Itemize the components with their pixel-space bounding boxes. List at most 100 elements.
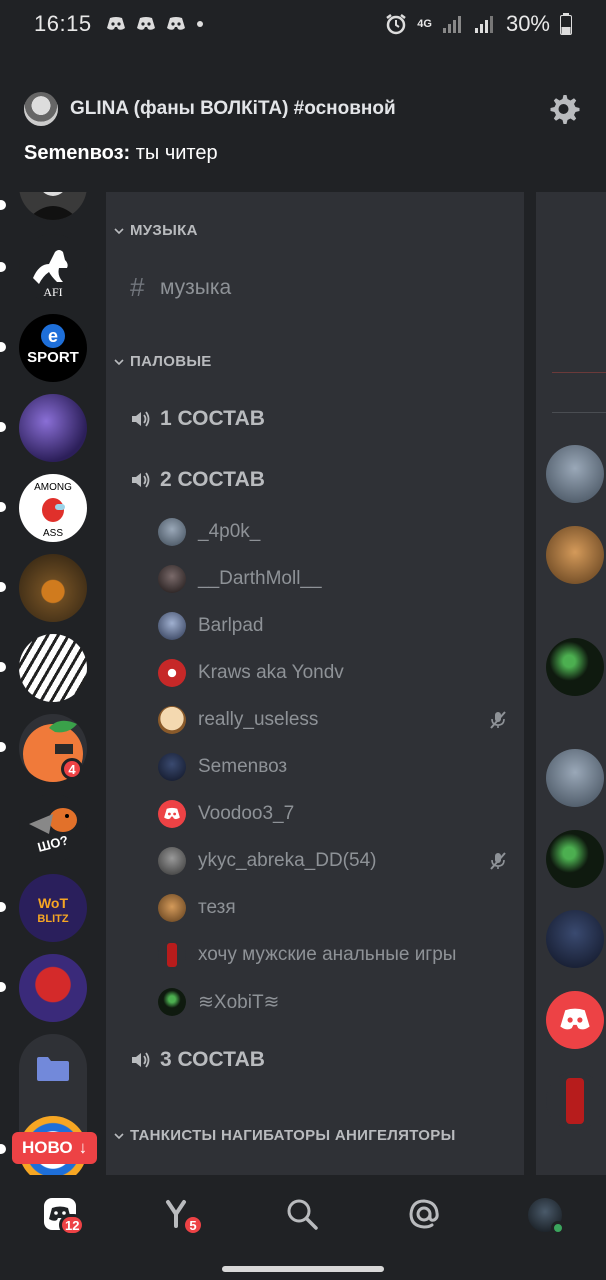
user-name: Barlpad <box>198 615 264 636</box>
gesture-home-bar[interactable] <box>222 1266 384 1272</box>
voice-channel-2[interactable]: 2 СОСТАВ <box>130 468 265 492</box>
signal-icon <box>442 16 461 33</box>
guild-wot-blitz[interactable]: WoT BLITZ <box>19 874 87 942</box>
profile-tab[interactable] <box>528 1198 568 1238</box>
member-avatar[interactable] <box>546 991 604 1049</box>
at-mention-icon <box>409 1199 439 1229</box>
status-bar: 16:15 4G 30% <box>0 0 606 48</box>
horse-logo-icon: AFI <box>33 250 68 299</box>
svg-text:e: e <box>48 326 58 346</box>
voice-user[interactable]: __DarthMoll__ <box>158 564 508 594</box>
divider <box>552 372 606 373</box>
server-channel-title[interactable]: GLINA (фаны ВОЛКiТА) #основной <box>70 98 396 120</box>
unread-indicator <box>0 262 6 272</box>
mentions-tab[interactable] <box>408 1198 448 1238</box>
svg-text:AFI: AFI <box>43 285 62 299</box>
gear-icon[interactable] <box>548 92 582 126</box>
battery-percent: 30% <box>505 11 550 36</box>
member-avatar[interactable] <box>546 445 604 503</box>
user-avatar <box>158 988 186 1016</box>
network-type: 4G <box>417 17 432 30</box>
guild-afi[interactable]: AFI <box>19 234 87 302</box>
svg-text:AMONG: AMONG <box>34 482 72 493</box>
server-avatar[interactable] <box>24 92 58 126</box>
speaker-icon <box>132 411 150 427</box>
voice-user[interactable]: Kraws aka Yondv <box>158 658 508 688</box>
search-tab[interactable] <box>286 1198 326 1238</box>
user-name: ykyc_abreka_DD(54) <box>198 850 377 871</box>
user-name: ≋XobiT≋ <box>198 991 280 1013</box>
guild-knuckles[interactable] <box>19 954 87 1022</box>
home-badge: 12 <box>59 1214 86 1236</box>
user-avatar <box>528 1198 565 1235</box>
signal-icon <box>474 16 493 33</box>
unread-indicator <box>0 902 6 912</box>
user-name: тезя <box>198 897 236 918</box>
voice-user[interactable]: Barlpad <box>158 611 508 641</box>
last-message-preview[interactable]: Semenвоз: ты читер <box>24 142 218 165</box>
user-avatar <box>158 612 186 640</box>
text-channel-music[interactable]: # музыка <box>130 272 231 303</box>
voice-user[interactable]: тезя <box>158 893 508 923</box>
among-us-icon: AMONG ASS <box>34 482 72 539</box>
guild-among-ass[interactable]: AMONG ASS <box>19 474 87 542</box>
user-name: really_useless <box>198 709 319 730</box>
mention-badge: 4 <box>61 758 83 780</box>
user-avatar <box>158 518 186 546</box>
guild-bird[interactable]: ШО? <box>19 794 87 862</box>
category-label: МУЗЫКА <box>130 222 198 239</box>
discord-logo-icon <box>560 1008 590 1030</box>
svg-text:ASS: ASS <box>43 528 63 539</box>
voice-user[interactable]: _4p0k_ <box>158 517 508 547</box>
alarm-icon <box>386 14 407 35</box>
member-avatar[interactable] <box>546 749 604 807</box>
last-message-text: ты читер <box>130 142 218 164</box>
member-avatar[interactable] <box>546 638 604 696</box>
voice-user[interactable]: ykyc_abreka_DD(54) <box>158 846 508 876</box>
unread-indicator <box>0 982 6 992</box>
user-name: Kraws aka Yondv <box>198 662 344 683</box>
guild-pumpkins[interactable] <box>19 554 87 622</box>
voice-channel-3[interactable]: 3 СОСТАВ <box>130 1048 265 1072</box>
user-avatar <box>158 565 186 593</box>
user-avatar <box>158 800 186 828</box>
mic-muted-icon <box>490 852 506 870</box>
voice-user[interactable]: Semenвоз <box>158 752 508 782</box>
channel-label: 2 СОСТАВ <box>160 468 265 491</box>
member-avatar[interactable] <box>546 1072 604 1130</box>
discord-notification-icon <box>106 17 125 30</box>
member-avatar[interactable] <box>546 830 604 888</box>
mic-muted-icon <box>490 711 506 729</box>
discord-notification-icon <box>136 17 155 30</box>
friends-badge: 5 <box>182 1214 204 1236</box>
category-music[interactable]: МУЗЫКА <box>114 222 198 239</box>
search-icon <box>287 1199 318 1230</box>
unread-indicator <box>0 342 6 352</box>
voice-user[interactable]: хочу мужские анальные игры <box>158 940 508 970</box>
category-tankists[interactable]: ТАНКИСТЫ НАГИБАТОРЫ АНИГЕЛЯТОРЫ <box>114 1127 456 1144</box>
unread-indicator <box>0 502 6 512</box>
speaker-icon <box>132 472 150 488</box>
channel-label: 3 СОСТАВ <box>160 1048 265 1071</box>
voice-user[interactable]: ≋XobiT≋ <box>158 987 508 1017</box>
members-peek[interactable] <box>536 192 606 1175</box>
member-avatar[interactable] <box>546 526 604 584</box>
new-unreads-pill[interactable]: НОВО ↓ <box>12 1132 98 1164</box>
more-notifications-dot-icon <box>196 21 203 27</box>
svg-text:ШО?: ШО? <box>36 832 70 855</box>
chevron-down-icon <box>114 1132 124 1139</box>
guild-galaxy[interactable] <box>19 394 87 462</box>
guild-esport[interactable]: e SPORT <box>19 314 87 382</box>
guild-anime[interactable] <box>19 634 87 702</box>
category-palovye[interactable]: ПАЛОВЫЕ <box>114 353 212 370</box>
member-avatar[interactable] <box>546 910 604 968</box>
guild-portrait[interactable] <box>19 192 87 220</box>
bottom-nav: 12 5 <box>0 1176 606 1280</box>
voice-user[interactable]: Voodoo3_7 <box>158 799 508 829</box>
channel-label: 1 СОСТАВ <box>160 407 265 430</box>
voice-user[interactable]: really_useless <box>158 705 508 735</box>
unread-indicator <box>0 582 6 592</box>
voice-channel-1[interactable]: 1 СОСТАВ <box>130 407 265 431</box>
online-status-indicator <box>551 1221 565 1235</box>
battery-icon <box>560 13 572 35</box>
